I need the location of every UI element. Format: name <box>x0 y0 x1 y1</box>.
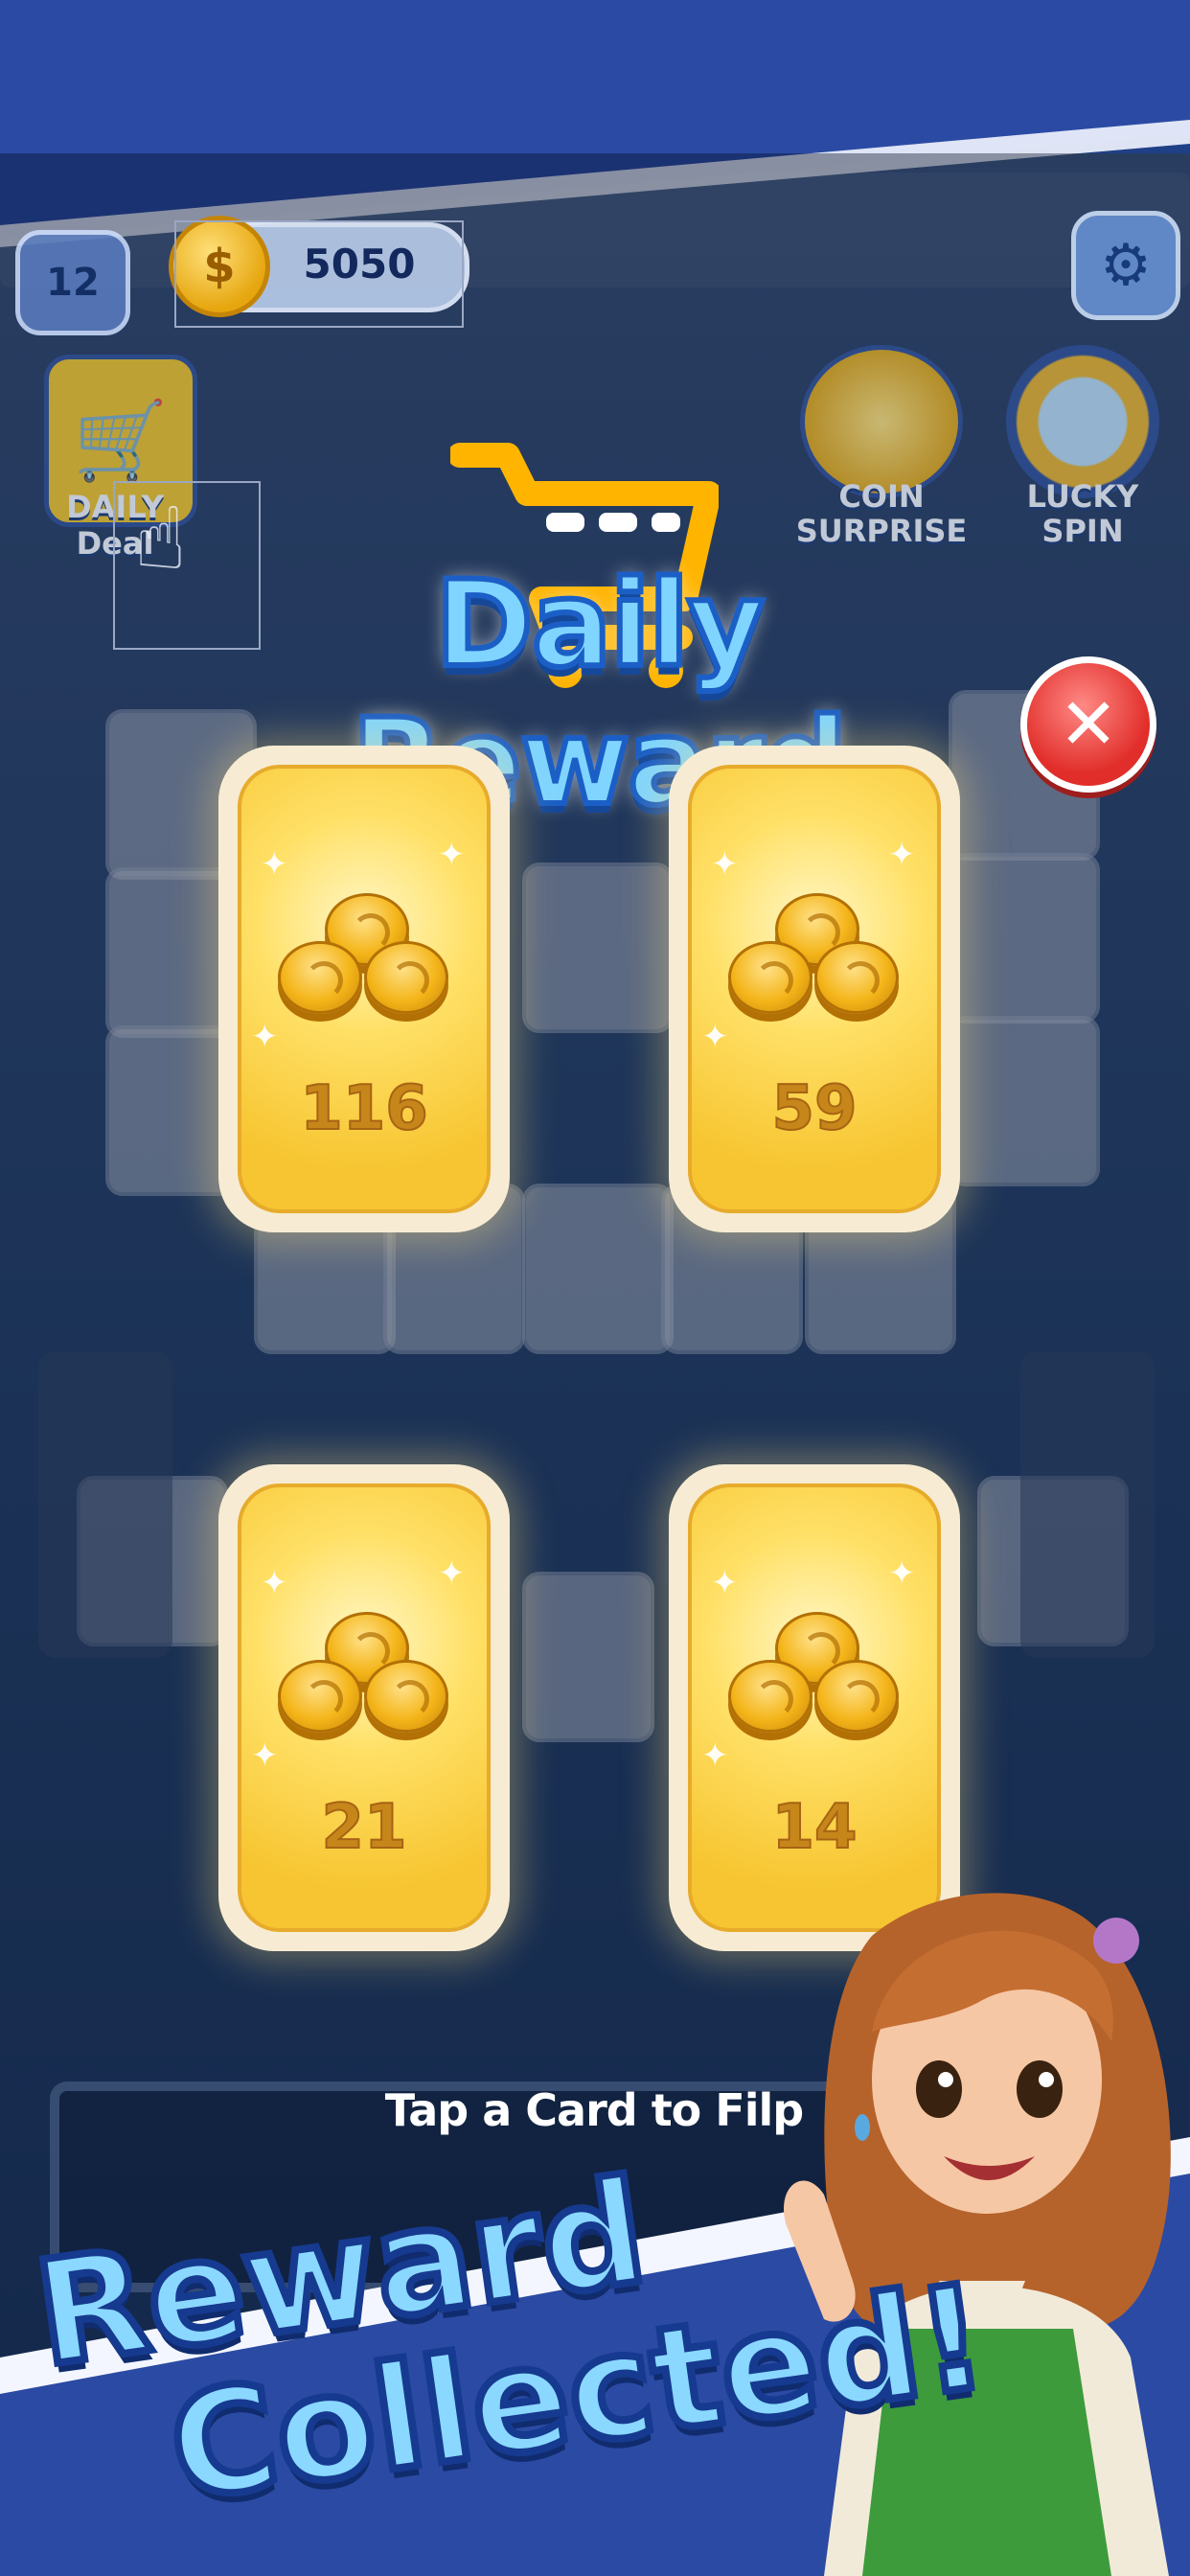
coin-pile-icon <box>278 1612 450 1746</box>
coin-stack-icon <box>800 345 963 498</box>
reward-card[interactable]: ✦ ✦ ✦ 116 <box>218 746 510 1232</box>
sparkle-icon: ✦ <box>711 845 739 884</box>
reward-amount: 14 <box>770 1791 858 1864</box>
sparkle-icon: ✦ <box>701 1736 729 1775</box>
close-icon: ✕ <box>1058 683 1118 766</box>
sparkle-icon: ✦ <box>711 1564 739 1602</box>
gear-icon: ⚙ <box>1100 232 1152 299</box>
sparkle-icon: ✦ <box>888 836 916 874</box>
shopkeeper-character <box>784 1893 1171 2576</box>
sparkle-icon: ✦ <box>251 1018 279 1056</box>
sparkle-icon: ✦ <box>701 1018 729 1056</box>
coin-surprise-label: COIN SURPRISE <box>795 478 968 549</box>
coin-pile-icon <box>278 893 450 1027</box>
sparkle-icon: ✦ <box>251 1736 279 1775</box>
lucky-spin-label: LUCKY SPIN <box>1026 478 1139 549</box>
coin-pile-icon <box>728 893 901 1027</box>
coin-surprise-button[interactable]: COIN SURPRISE <box>795 345 968 565</box>
card-face: ✦ ✦ ✦ 59 <box>688 765 941 1213</box>
sparkle-icon: ✦ <box>888 1554 916 1593</box>
sparkle-icon: ✦ <box>438 836 466 874</box>
reward-amount: 21 <box>320 1791 407 1864</box>
level-badge: 12 <box>15 230 130 335</box>
reward-amount: 59 <box>770 1072 858 1145</box>
sparkle-icon: ✦ <box>261 845 288 884</box>
close-button[interactable]: ✕ <box>1020 656 1156 793</box>
sparkle-icon: ✦ <box>438 1554 466 1593</box>
modal-title: Daily Reward <box>349 553 851 835</box>
reward-card[interactable]: ✦ ✦ ✦ 59 <box>669 746 960 1232</box>
card-face: ✦ ✦ ✦ 14 <box>688 1484 941 1932</box>
card-face: ✦ ✦ ✦ 21 <box>238 1484 491 1932</box>
card-face: ✦ ✦ ✦ 116 <box>238 765 491 1213</box>
coin-pile-icon <box>728 1612 901 1746</box>
reward-amount: 116 <box>299 1072 429 1145</box>
pointing-hand-icon: ☝ <box>134 489 187 589</box>
sparkle-icon: ✦ <box>261 1564 288 1602</box>
coin-balance-outline <box>174 220 464 328</box>
reward-card[interactable]: ✦ ✦ ✦ 21 <box>218 1464 510 1951</box>
lucky-spin-button[interactable]: LUCKY SPIN <box>996 345 1169 565</box>
settings-button[interactable]: ⚙ <box>1071 211 1180 320</box>
spin-wheel-icon <box>1006 345 1159 498</box>
